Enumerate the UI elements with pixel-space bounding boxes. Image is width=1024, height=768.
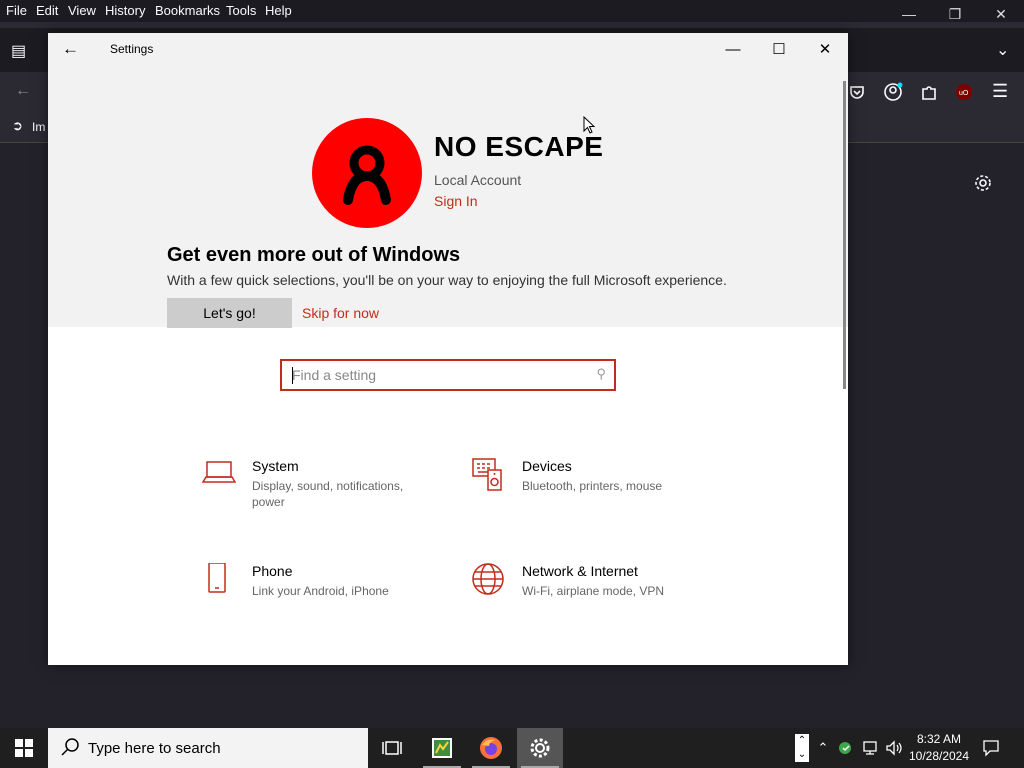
update-tray-icon[interactable] [836, 728, 856, 768]
text-caret [292, 367, 293, 384]
taskbar-app-settings[interactable] [517, 728, 563, 768]
category-title: Devices [522, 458, 572, 474]
menu-file[interactable]: File [6, 3, 27, 18]
find-setting-search-input[interactable]: Find a setting ⚲ [280, 359, 616, 391]
search-icon [61, 738, 79, 756]
mouse-cursor-icon [583, 116, 596, 134]
menu-view[interactable]: View [68, 3, 96, 18]
skip-for-now-link[interactable]: Skip for now [302, 305, 379, 321]
firefox-restore-button[interactable]: ❐ [932, 0, 978, 28]
firefox-icon [480, 737, 502, 759]
import-bookmarks-label[interactable]: Im [32, 120, 45, 134]
svg-text:uO: uO [959, 90, 969, 97]
scrollbar[interactable] [843, 81, 846, 389]
import-bookmarks-icon[interactable]: ➲ [12, 118, 23, 134]
windows-taskbar: Type here to search ⌃ ⌄ ⌃ 8:32 AM 10/28/… [0, 728, 1024, 768]
firefox-minimize-button[interactable]: — [886, 0, 932, 28]
menu-bookmarks[interactable]: Bookmarks [155, 3, 220, 18]
spreadsheet-app-icon [432, 738, 452, 758]
settings-window: ← Settings — ☐ ✕ NO ESCAPE Local Account… [48, 33, 848, 665]
ublock-icon[interactable]: uO [955, 83, 973, 101]
laptop-icon [202, 461, 236, 483]
firefox-menubar: File Edit View History Bookmarks Tools H… [0, 0, 1024, 22]
task-view-icon [382, 741, 402, 755]
taskbar-app-spreadsheet[interactable] [419, 728, 465, 768]
phone-icon [208, 563, 226, 593]
menu-help[interactable]: Help [265, 3, 292, 18]
devices-icon [472, 458, 502, 491]
user-name: NO ESCAPE [434, 131, 604, 162]
scroll-down-icon[interactable]: ⌄ [795, 748, 809, 762]
show-hidden-icons-chevron-icon[interactable]: ⌃ [814, 728, 832, 768]
firefox-close-button[interactable]: ✕ [978, 0, 1024, 28]
category-subtitle: Display, sound, notifications, power [252, 479, 404, 509]
settings-gear-icon [530, 738, 550, 758]
speaker-icon [886, 740, 902, 756]
account-icon[interactable] [883, 82, 903, 102]
account-type-label: Local Account [434, 172, 522, 188]
promo-text: With a few quick selections, you'll be o… [167, 272, 727, 288]
search-placeholder: Find a setting [292, 367, 377, 383]
category-subtitle: Link your Android, iPhone [252, 584, 389, 598]
menu-tools[interactable]: Tools [226, 3, 256, 18]
windows-logo-icon [15, 739, 33, 757]
taskbar-app-firefox[interactable] [468, 728, 514, 768]
search-icon[interactable]: ⚲ [596, 366, 606, 382]
category-title: Network & Internet [522, 563, 638, 579]
volume-tray-icon[interactable] [883, 728, 905, 768]
window-title: Settings [110, 42, 154, 56]
gear-icon[interactable] [973, 173, 993, 193]
network-tray-icon[interactable] [860, 728, 882, 768]
task-view-button[interactable] [369, 728, 415, 768]
minimize-button[interactable]: — [710, 33, 756, 65]
category-title: System [252, 458, 299, 474]
pocket-icon[interactable] [848, 83, 866, 101]
network-icon [863, 741, 877, 755]
category-title: Phone [252, 563, 293, 579]
user-silhouette-icon [343, 145, 391, 205]
maximize-button[interactable]: ☐ [756, 33, 802, 65]
hamburger-menu-icon[interactable]: ☰ [992, 81, 1008, 102]
back-arrow-icon[interactable]: ← [62, 39, 79, 59]
start-button[interactable] [0, 728, 48, 768]
clock-time: 8:32 AM [916, 732, 962, 746]
notification-icon [983, 740, 999, 757]
settings-titlebar: ← Settings — ☐ ✕ [48, 33, 848, 65]
menu-edit[interactable]: Edit [36, 3, 58, 18]
scroll-up-icon[interactable]: ⌃ [795, 734, 809, 748]
promo-title: Get even more out of Windows [167, 244, 461, 266]
tab-overview-icon[interactable]: ▤ [11, 41, 26, 61]
notifications-button[interactable] [978, 728, 1004, 768]
taskbar-search-box[interactable]: Type here to search [48, 728, 368, 768]
category-subtitle: Bluetooth, printers, mouse [522, 479, 663, 493]
list-tabs-chevron-icon[interactable]: ⌄ [996, 40, 1009, 60]
taskbar-scroll-buttons[interactable]: ⌃ ⌄ [793, 728, 811, 768]
extensions-icon[interactable] [920, 83, 938, 101]
lets-go-button[interactable]: Let's go! [167, 298, 292, 328]
sign-in-link[interactable]: Sign In [434, 193, 478, 209]
avatar[interactable] [312, 118, 422, 228]
globe-icon [472, 563, 504, 595]
back-arrow-icon[interactable]: ← [15, 82, 31, 100]
taskbar-search-placeholder: Type here to search [88, 740, 221, 757]
taskbar-clock[interactable]: 8:32 AM 10/28/2024 [904, 731, 974, 765]
menu-history[interactable]: History [105, 3, 145, 18]
green-tray-icon [839, 742, 851, 754]
account-hero: NO ESCAPE Local Account Sign In Get even… [48, 65, 848, 328]
clock-date: 10/28/2024 [908, 749, 970, 763]
close-button[interactable]: ✕ [802, 33, 848, 65]
category-subtitle: Wi-Fi, airplane mode, VPN [522, 584, 665, 598]
